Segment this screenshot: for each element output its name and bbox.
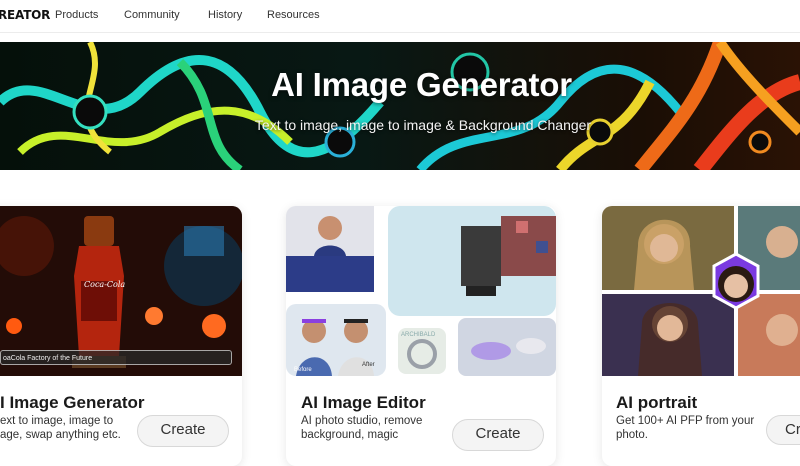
nav-products[interactable]: Products (55, 9, 98, 21)
card-ai-portrait[interactable]: AI portrait Get 100+ AI PFP from your ph… (602, 206, 800, 466)
hero-subtitle: Text to image, image to image & Backgrou… (254, 117, 592, 133)
nav-history[interactable]: History (208, 9, 242, 21)
create-button[interactable]: Create (452, 419, 544, 451)
card-desc-line: background, magic (301, 429, 399, 441)
card-desc-line: age, swap anything etc. (0, 429, 121, 441)
after-label: After (362, 362, 375, 368)
hero-banner: AI Image Generator Text to image, image … (0, 42, 800, 170)
card-description: Get 100+ AI PFP from your photo. (616, 414, 754, 442)
card-desc-line: Get 100+ AI PFP from your (616, 415, 755, 427)
card-image-generator-image: Coca-Cola oaCola Factory of the Future (0, 206, 242, 376)
card-title: AI portrait (616, 393, 698, 412)
card-image-editor[interactable]: Before After ARCHIBALD AI Image Editor A… (286, 206, 556, 466)
nav-community[interactable]: Community (124, 9, 180, 21)
image-caption: oaCola Factory of the Future (0, 350, 232, 365)
card-image-editor-image: Before After ARCHIBALD (286, 206, 556, 376)
create-button[interactable]: Cr (766, 415, 800, 445)
top-nav: REATOR Products Community History Resour… (0, 0, 800, 33)
card-desc-line: AI photo studio, remove (301, 415, 423, 427)
card-title: I Image Generator (0, 393, 145, 412)
card-image-generator[interactable]: Coca-Cola oaCola Factory of the Future I… (0, 206, 242, 466)
card-desc-line: photo. (616, 429, 648, 441)
card-desc-line: ext to image, image to (0, 415, 114, 427)
card-title: AI Image Editor (301, 393, 426, 412)
logo[interactable]: REATOR (0, 8, 50, 22)
card-description: ext to image, image to age, swap anythin… (0, 414, 121, 442)
card-ai-portrait-image (602, 206, 800, 376)
nav-resources[interactable]: Resources (267, 9, 320, 21)
hero-background (0, 42, 800, 170)
image-brand-text: Coca-Cola (84, 280, 126, 289)
before-label: Before (294, 367, 312, 373)
card-description: AI photo studio, remove background, magi… (301, 414, 422, 442)
brand-tag: ARCHIBALD (401, 332, 436, 338)
create-button[interactable]: Create (137, 415, 229, 447)
hero-title: AI Image Generator (271, 66, 572, 103)
